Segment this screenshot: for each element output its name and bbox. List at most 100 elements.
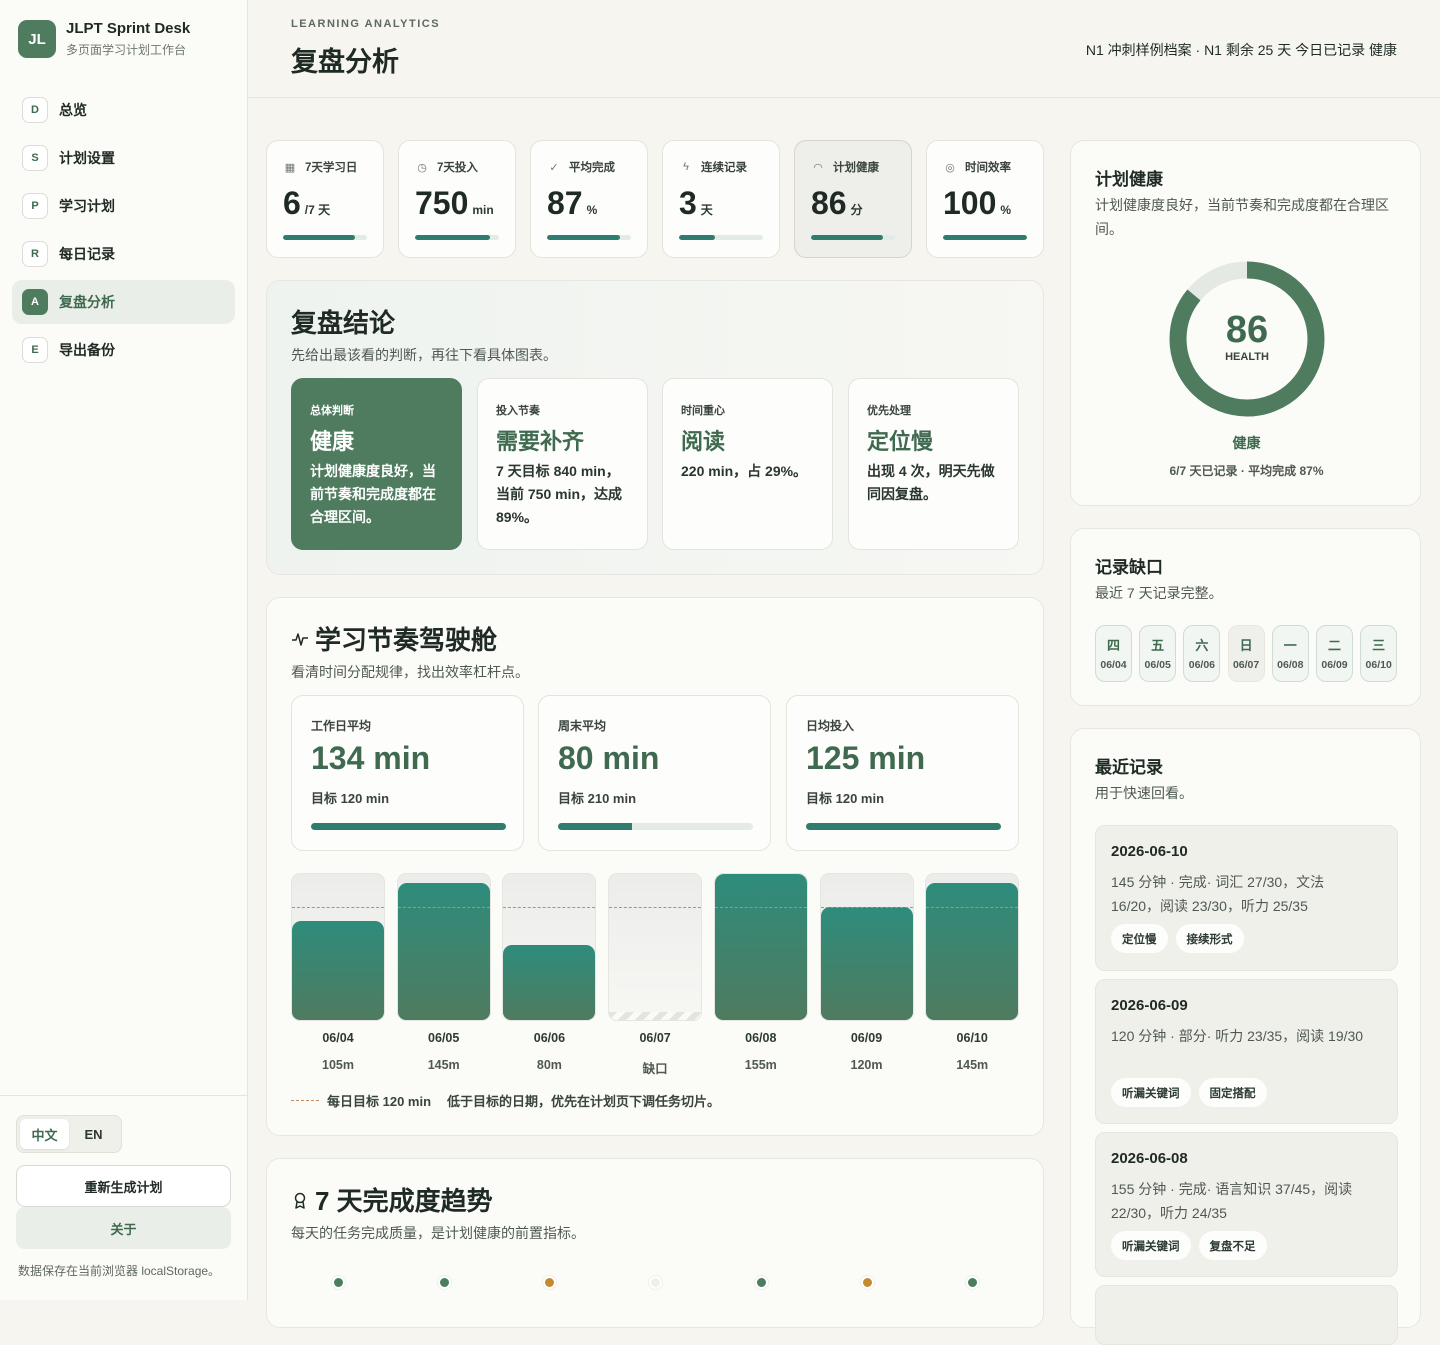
- metric-value: 87%: [547, 185, 597, 222]
- metric-value: 86 分: [811, 185, 863, 222]
- bar[interactable]: [820, 906, 913, 1020]
- record-summary: 145 分钟 · 完成· 词汇 27/30，文法 16/20，阅读 23/30，…: [1111, 874, 1325, 914]
- metric-progress-bar: [811, 235, 895, 240]
- metric-header: ✓ 平均完成: [547, 159, 615, 175]
- calendar-icon: ▦: [284, 161, 296, 174]
- bar[interactable]: [292, 921, 384, 1020]
- nav-item-study-plan[interactable]: P 学习计划: [12, 184, 235, 228]
- day-chip[interactable]: 一 06/08: [1271, 625, 1309, 682]
- metric-progress-fill: [943, 235, 1027, 240]
- metric-tile[interactable]: ◷ 7天投入 750 min: [398, 140, 516, 258]
- record-tag[interactable]: 接续形式: [1175, 924, 1244, 953]
- target-line: [609, 906, 702, 908]
- completion-dot[interactable]: [332, 1276, 345, 1289]
- stat-target: 目标 120 min: [806, 791, 885, 806]
- record-gaps-card: 记录缺口 最近 7 天记录完整。 四 06/04 五 06/05 六 06/06 日 06/0…: [1070, 528, 1421, 706]
- completion-dot[interactable]: [754, 1276, 768, 1289]
- record-item[interactable]: 2026-06-09 120 分钟 · 部分· 听力 23/35，阅读 19/3…: [1095, 979, 1398, 1124]
- metric-progress-bar: [679, 235, 763, 240]
- regenerate-plan-button[interactable]: 重新生成计划: [16, 1165, 231, 1207]
- nav-item-overview[interactable]: D 总览: [12, 88, 235, 132]
- day-chip[interactable]: 六 06/06: [1183, 625, 1221, 682]
- rhythm-title: 学习节奏驾驶舱: [315, 625, 498, 655]
- record-item[interactable]: [1095, 1285, 1398, 1345]
- verdict-tag: 总体判断: [310, 405, 354, 417]
- trend-title: 7 天完成度趋势: [315, 1186, 493, 1216]
- completion-dot[interactable]: [860, 1276, 874, 1289]
- bar[interactable]: [609, 1012, 702, 1020]
- bar-track: [608, 873, 703, 1021]
- verdict-head: 健康: [310, 429, 355, 454]
- verdict-card-priority: 优先处理 定位慢 出现 4 次，明天先做同因复盘。: [848, 378, 1019, 550]
- stat-target: 目标 120 min: [311, 791, 390, 806]
- record-tag[interactable]: 定位慢: [1111, 924, 1168, 953]
- bar[interactable]: [926, 883, 1019, 1020]
- brand: JL JLPT Sprint Desk 多页面学习计划工作台: [18, 20, 190, 58]
- bolt-icon: ϟ: [683, 161, 689, 173]
- record-tag[interactable]: 听漏关键词: [1111, 1078, 1191, 1107]
- metric-tile[interactable]: ✓ 平均完成 87%: [530, 140, 648, 258]
- record-item[interactable]: 2026-06-10 145 分钟 · 完成· 词汇 27/30，文法 16/2…: [1095, 825, 1398, 971]
- completion-dot[interactable]: [437, 1276, 451, 1289]
- bar[interactable]: [503, 944, 596, 1020]
- legend-note: 低于目标的日期，优先在计划页下调任务切片。: [447, 1094, 721, 1109]
- day-date: 06/05: [1144, 659, 1171, 671]
- metric-progress-bar: [943, 235, 1027, 240]
- sidebar: JL JLPT Sprint Desk 多页面学习计划工作台 D 总览 S 计划…: [0, 0, 248, 1300]
- stat-label: 日均投入: [806, 719, 855, 733]
- bar-date-label: 06/09: [850, 1031, 883, 1045]
- nav-key-badge: E: [22, 337, 48, 363]
- bar-value-label: 80m: [536, 1058, 562, 1072]
- bar-track: [396, 873, 491, 1021]
- completion-dot[interactable]: [543, 1276, 557, 1289]
- nav-item-export-backup[interactable]: E 导出备份: [12, 328, 235, 372]
- nav-item-analytics[interactable]: A 复盘分析: [12, 280, 235, 324]
- record-summary: 120 分钟 · 部分· 听力 23/35，阅读 19/30: [1111, 1028, 1364, 1044]
- nav-item-plan-settings[interactable]: S 计划设置: [12, 136, 235, 180]
- metric-tile[interactable]: ϟ 连续记录 3 天: [662, 140, 780, 258]
- metric-number: 750: [415, 185, 469, 221]
- day-chip[interactable]: 五 06/05: [1139, 625, 1177, 682]
- stat-value: 80 min: [558, 740, 660, 776]
- conclusion-title: 复盘结论: [291, 308, 396, 338]
- nav-key-badge: S: [22, 145, 48, 171]
- gauge-icon: ◠: [813, 161, 823, 174]
- metric-progress-fill: [415, 235, 490, 240]
- bar-value-label: 105m: [322, 1058, 354, 1072]
- metric-tile[interactable]: ◠ 计划健康 86 分: [794, 140, 912, 258]
- bar[interactable]: [397, 883, 490, 1020]
- metric-tile[interactable]: ▦ 7天学习日 6/7 天: [266, 140, 384, 258]
- completion-dot[interactable]: [966, 1276, 980, 1289]
- day-chip[interactable]: 二 06/09: [1316, 625, 1353, 682]
- day-chip[interactable]: 四 06/04: [1095, 625, 1132, 682]
- completion-dot[interactable]: [649, 1276, 663, 1289]
- verdict-tag: 时间重心: [681, 405, 725, 417]
- bar[interactable]: [714, 874, 807, 1020]
- daily-minutes-chart: 06/04 105m 06/05 145m 06/06 80m 06/07 缺口 06/08 15…: [291, 873, 1020, 1076]
- day-chip[interactable]: 三 06/10: [1360, 625, 1398, 682]
- record-tag[interactable]: 固定搭配: [1198, 1078, 1267, 1107]
- metric-number: 86: [811, 185, 847, 221]
- trend-card: 7 天完成度趋势 每天的任务完成质量，是计划健康的前置指标。: [266, 1158, 1044, 1328]
- brand-logo: JL: [18, 20, 56, 58]
- metric-tile[interactable]: ◎ 时间效率 100%: [926, 140, 1044, 258]
- stat-progress-fill: [311, 823, 506, 830]
- metric-value: 3天: [679, 185, 713, 222]
- nav-item-daily-log[interactable]: R 每日记录: [12, 232, 235, 276]
- metric-number: 87: [547, 185, 583, 221]
- day-weekday: 三: [1372, 638, 1386, 653]
- metric-number: 100: [943, 185, 997, 221]
- about-button[interactable]: 关于: [16, 1207, 231, 1249]
- lang-zh-button[interactable]: 中文: [20, 1119, 69, 1149]
- record-item[interactable]: 2026-06-08 155 分钟 · 完成· 语言知识 37/45，阅读 22…: [1095, 1132, 1398, 1277]
- bar-track: [925, 873, 1020, 1021]
- day-weekday: 二: [1327, 638, 1341, 653]
- nav-label: 每日记录: [59, 246, 115, 262]
- record-tag[interactable]: 听漏关键词: [1111, 1231, 1191, 1260]
- day-chip[interactable]: 日 06/07: [1227, 625, 1265, 682]
- record-tag[interactable]: 复盘不足: [1198, 1231, 1267, 1260]
- nav-label: 总览: [59, 102, 87, 118]
- metric-unit: 分: [850, 203, 863, 217]
- lang-en-button[interactable]: EN: [69, 1119, 118, 1149]
- conclusion-card: 复盘结论 先给出最该看的判断，再往下看具体图表。 总体判断 健康 计划健康度良好…: [266, 280, 1044, 575]
